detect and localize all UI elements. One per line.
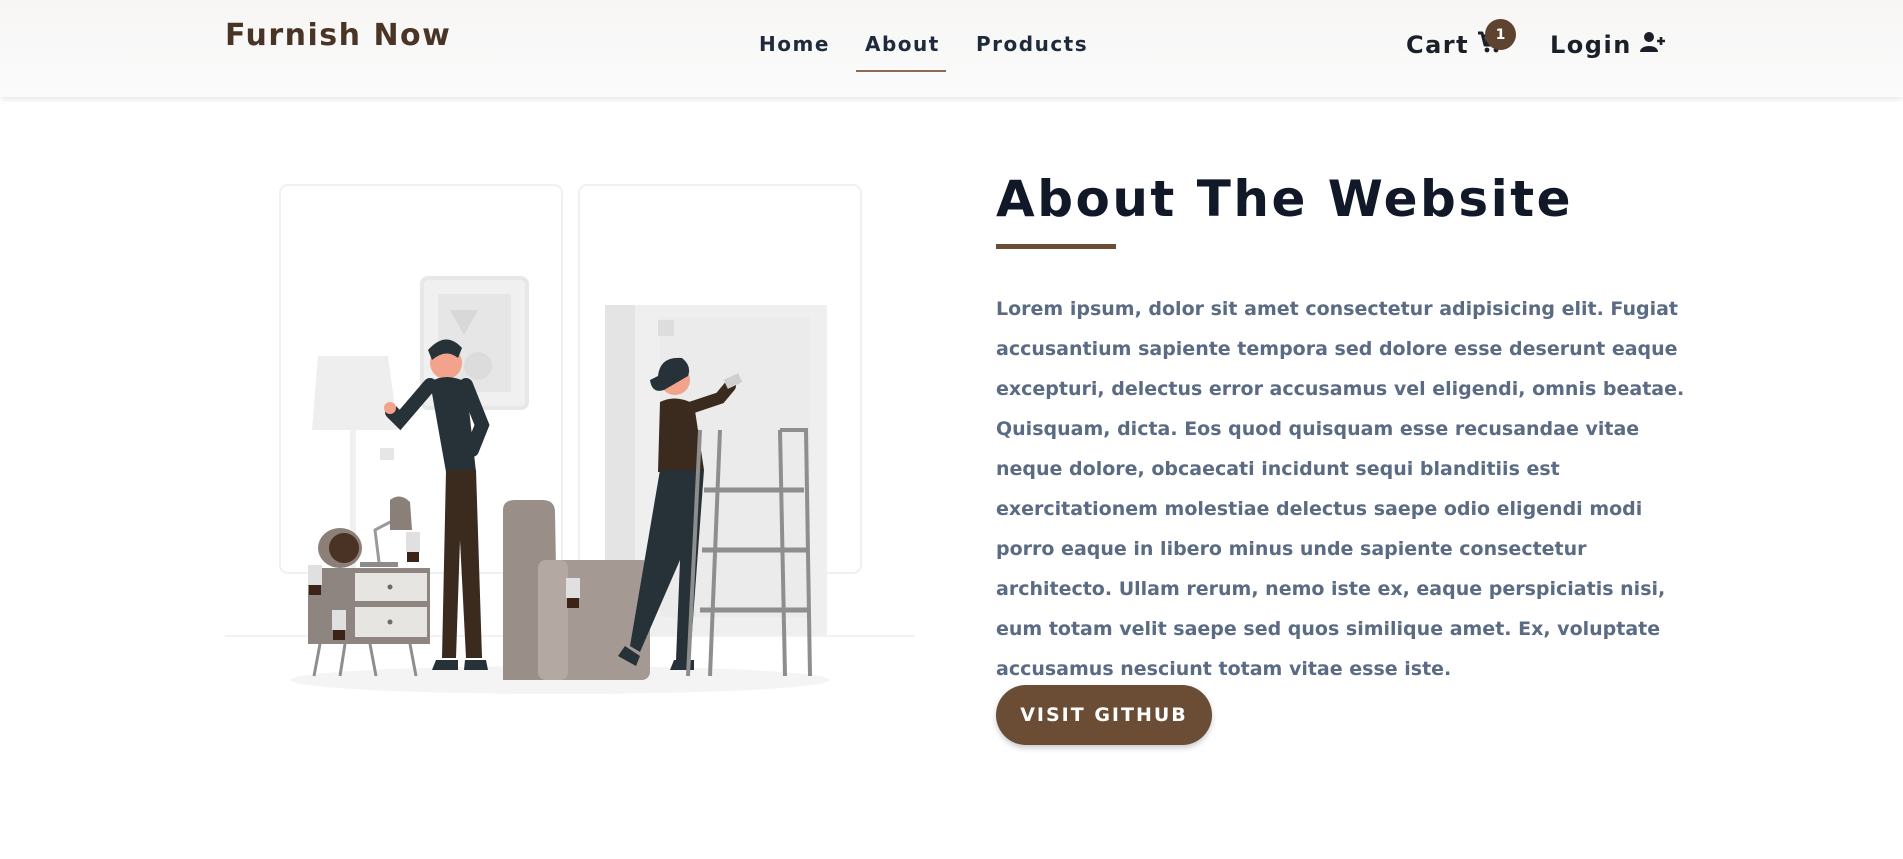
visit-github-button[interactable]: VISIT GITHUB [996,685,1212,745]
about-description: Lorem ipsum, dolor sit amet consectetur … [996,298,1685,680]
site-header: Furnish Now Home About Products Cart 1 L… [0,0,1903,97]
about-illustration [220,180,920,710]
login-label: Login [1550,31,1632,59]
cart-count-badge: 1 [1485,19,1516,50]
login-link[interactable]: Login [1550,31,1666,59]
nav-products[interactable]: Products [976,32,1088,56]
brand-logo[interactable]: Furnish Now [225,18,451,53]
nav-about[interactable]: About [865,32,940,56]
nav-active-indicator [856,70,946,72]
user-plus-icon [1639,31,1666,59]
nav-home[interactable]: Home [759,32,830,56]
title-underline [996,244,1116,249]
about-title: About The Website [996,170,1574,228]
cart-label: Cart [1406,31,1470,59]
